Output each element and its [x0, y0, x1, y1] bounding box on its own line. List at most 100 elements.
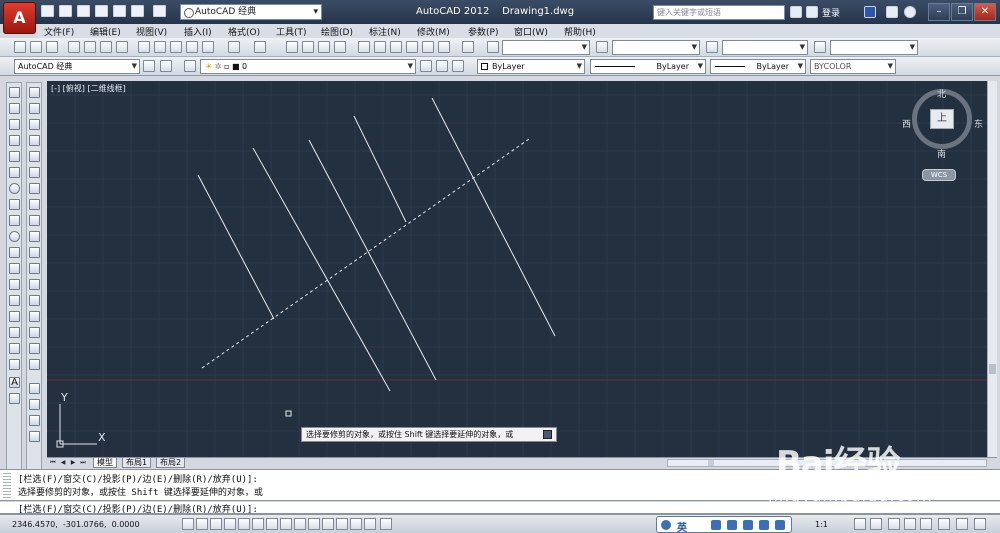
- plot-icon[interactable]: [68, 41, 80, 53]
- lineweight-display-icon[interactable]: [322, 518, 334, 530]
- lineweight-select[interactable]: ByLayer ▼: [710, 59, 806, 74]
- sheet-set-icon[interactable]: [406, 41, 418, 53]
- 3d-object-snap-icon[interactable]: [266, 518, 278, 530]
- horizontal-scrollbar[interactable]: [667, 459, 987, 467]
- save-icon[interactable]: [77, 5, 90, 17]
- close-button[interactable]: ✕: [974, 3, 996, 21]
- menu-draw[interactable]: 绘图(D): [321, 25, 353, 38]
- add-selected-icon[interactable]: [9, 393, 20, 404]
- qnew-icon[interactable]: [14, 41, 26, 53]
- tab-layout1[interactable]: 布局1: [122, 458, 152, 468]
- selection-cycling-icon[interactable]: [364, 518, 376, 530]
- command-line-input[interactable]: [栏选(F)/窗交(C)/投影(P)/边(E)/删除(R)/放弃(U)]:: [0, 502, 1000, 515]
- rectangle-icon[interactable]: [9, 151, 20, 162]
- match-properties-icon[interactable]: [186, 41, 198, 53]
- redo-icon[interactable]: [254, 41, 266, 53]
- drag-handle[interactable]: [3, 473, 11, 499]
- layer-state-icon[interactable]: [452, 60, 464, 72]
- offset-icon[interactable]: [29, 135, 40, 146]
- compass-east[interactable]: 东: [974, 117, 983, 130]
- menu-insert[interactable]: 插入(I): [184, 25, 212, 38]
- last-tab-icon[interactable]: ⏭: [79, 459, 87, 467]
- transparency-icon[interactable]: [336, 518, 348, 530]
- scroll-thumb[interactable]: [989, 364, 996, 374]
- multileader-style-icon[interactable]: [814, 41, 826, 53]
- arc-icon[interactable]: [9, 167, 20, 178]
- color-select[interactable]: ByLayer ▼: [477, 59, 585, 74]
- open-icon[interactable]: [30, 41, 42, 53]
- prev-tab-icon[interactable]: ◀: [59, 459, 67, 467]
- ime-logo-icon[interactable]: [661, 520, 671, 530]
- model-space-icon[interactable]: [380, 518, 392, 530]
- extend-icon[interactable]: [29, 247, 40, 258]
- rotate-icon[interactable]: [29, 183, 40, 194]
- menu-format[interactable]: 格式(O): [228, 25, 260, 38]
- table-style-select[interactable]: ▼: [722, 40, 808, 55]
- make-block-icon[interactable]: [9, 279, 20, 290]
- clean-screen-icon[interactable]: [974, 518, 986, 530]
- drawing-canvas[interactable]: [-] [俯视] [二维线框] 上 北 南 西 东 WCS Y X 选择要修剪的…: [47, 81, 997, 457]
- copy-object-icon[interactable]: [29, 103, 40, 114]
- workspace-settings-icon[interactable]: [143, 60, 155, 72]
- undo-icon[interactable]: [228, 41, 240, 53]
- ime-scissors-icon[interactable]: [711, 520, 721, 530]
- tool-palettes-icon[interactable]: [390, 41, 402, 53]
- dwf-icon[interactable]: [116, 41, 128, 53]
- polyline-icon[interactable]: [9, 119, 20, 130]
- plotstyle-select[interactable]: BYCOLOR ▼: [810, 59, 896, 74]
- menu-window[interactable]: 窗口(W): [514, 25, 548, 38]
- make-current-layer-icon[interactable]: [420, 60, 432, 72]
- vertical-scrollbar[interactable]: [987, 81, 997, 457]
- hatch-icon[interactable]: [9, 311, 20, 322]
- auto-scale-icon[interactable]: [870, 518, 882, 530]
- copy-icon[interactable]: [154, 41, 166, 53]
- dim-style-icon[interactable]: [596, 41, 608, 53]
- next-tab-icon[interactable]: ▶: [69, 459, 77, 467]
- workspace-switching-icon[interactable]: [888, 518, 900, 530]
- table-icon[interactable]: [9, 359, 20, 370]
- ime-toolbox-icon[interactable]: [743, 520, 753, 530]
- compass-south[interactable]: 南: [937, 147, 946, 160]
- annotation-visibility-icon[interactable]: [854, 518, 866, 530]
- lock-ui-icon[interactable]: [904, 518, 916, 530]
- publish-icon[interactable]: [100, 41, 112, 53]
- down-arrow-icon[interactable]: [543, 430, 552, 439]
- gradient-icon[interactable]: [9, 327, 20, 338]
- spline-icon[interactable]: [9, 215, 20, 226]
- explode-icon[interactable]: [29, 359, 40, 370]
- multileader-style-select[interactable]: ▼: [830, 40, 918, 55]
- properties-icon[interactable]: [358, 41, 370, 53]
- layer-previous-icon[interactable]: [436, 60, 448, 72]
- ortho-mode-icon[interactable]: [224, 518, 236, 530]
- user-icon[interactable]: [806, 6, 818, 18]
- block-editor-icon[interactable]: [202, 41, 214, 53]
- dynamic-ucs-icon[interactable]: [294, 518, 306, 530]
- draworder-icon[interactable]: [29, 383, 40, 394]
- plot-icon[interactable]: [113, 5, 126, 17]
- array-icon[interactable]: [29, 151, 40, 162]
- line-icon[interactable]: [9, 87, 20, 98]
- draworder-front-icon[interactable]: [29, 399, 40, 410]
- zoom-realtime-icon[interactable]: [302, 41, 314, 53]
- menu-modify[interactable]: 修改(M): [417, 25, 450, 38]
- cut-icon[interactable]: [138, 41, 150, 53]
- erase-icon[interactable]: [29, 87, 40, 98]
- join-icon[interactable]: [29, 295, 40, 306]
- ellipse-icon[interactable]: [9, 231, 20, 242]
- draworder-back-icon[interactable]: [29, 415, 40, 426]
- minimize-button[interactable]: –: [928, 3, 950, 21]
- annotation-scale[interactable]: 1:1: [815, 520, 828, 529]
- region-icon[interactable]: [9, 343, 20, 354]
- fillet-icon[interactable]: [29, 327, 40, 338]
- preview-icon[interactable]: [84, 41, 96, 53]
- quick-properties-icon[interactable]: [350, 518, 362, 530]
- binoculars-icon[interactable]: [790, 6, 802, 18]
- table-style-icon[interactable]: [706, 41, 718, 53]
- wcs-menu[interactable]: WCS: [922, 169, 956, 181]
- save-icon[interactable]: [46, 41, 58, 53]
- compass-north[interactable]: 北: [937, 87, 946, 100]
- ime-skin-icon[interactable]: [759, 520, 769, 530]
- scale-icon[interactable]: [29, 199, 40, 210]
- text-style-icon[interactable]: [487, 41, 499, 53]
- login-link[interactable]: 登录: [822, 6, 840, 19]
